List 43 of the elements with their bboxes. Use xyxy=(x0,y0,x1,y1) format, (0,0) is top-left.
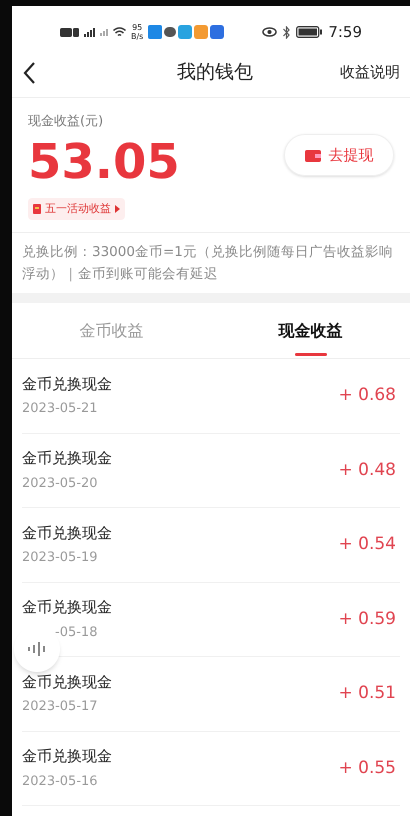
record-amount: + 0.48 xyxy=(338,458,396,482)
exchange-rate-notice: 兑换比例：33000金币=1元（兑换比例随每日广告收益影响浮动）｜金币到账可能会有延迟 xyxy=(22,243,394,284)
record-date: 2023-05-19 xyxy=(22,549,99,568)
wallet-icon xyxy=(304,148,320,162)
record-amount: + 0.68 xyxy=(338,384,396,407)
record-date: 2023-05-21 xyxy=(22,400,99,418)
withdraw-button[interactable]: 去提现 xyxy=(284,134,394,176)
eye-icon xyxy=(262,27,278,37)
battery-icon xyxy=(296,26,322,38)
envelope-icon xyxy=(33,204,41,214)
record-title: 金币兑换现金 xyxy=(22,746,112,768)
bluetooth-icon xyxy=(283,26,290,38)
signal-icon xyxy=(100,28,108,36)
record-date: 2023-05-20 xyxy=(22,474,99,493)
balance-amount: 53.05 xyxy=(28,134,180,190)
signal-icon xyxy=(84,28,95,36)
record-title: 金币兑换现金 xyxy=(22,448,112,470)
clock-time: 7:59 xyxy=(328,22,362,43)
earnings-tab[interactable]: 金币收益 xyxy=(12,303,211,358)
app-notification-icon xyxy=(194,25,208,39)
app-notification-icon xyxy=(210,25,224,39)
sound-wave-icon xyxy=(27,642,47,656)
record-date: 2023-05-16 xyxy=(22,772,99,791)
wifi-icon xyxy=(113,27,126,37)
record-title: 金币兑换现金 xyxy=(22,374,112,395)
record-title: 金币兑换现金 xyxy=(22,597,112,618)
event-earnings-link[interactable]: 五一活动收益 xyxy=(28,198,125,220)
network-speed: 95 B/s xyxy=(131,23,144,41)
record-amount: + 0.55 xyxy=(338,756,396,780)
record-date: -05-18 xyxy=(55,624,98,642)
balance-label: 现金收益(元) xyxy=(28,113,104,131)
record-date: 2023-05-17 xyxy=(22,698,99,716)
earnings-info-link[interactable]: 收益说明 xyxy=(340,61,400,84)
record-title: 金币兑换现金 xyxy=(22,672,112,693)
app-notification-icon xyxy=(148,25,162,39)
page-title: 我的钱包 xyxy=(177,60,253,86)
record-title: 金币兑换现金 xyxy=(22,522,112,544)
earnings-tab[interactable]: 现金收益 xyxy=(211,303,410,358)
triangle-right-icon xyxy=(115,204,120,213)
app-notification-icon xyxy=(178,25,192,39)
record-amount: + 0.59 xyxy=(338,608,396,630)
record-amount: + 0.51 xyxy=(338,682,396,705)
record-amount: + 0.54 xyxy=(338,533,396,556)
